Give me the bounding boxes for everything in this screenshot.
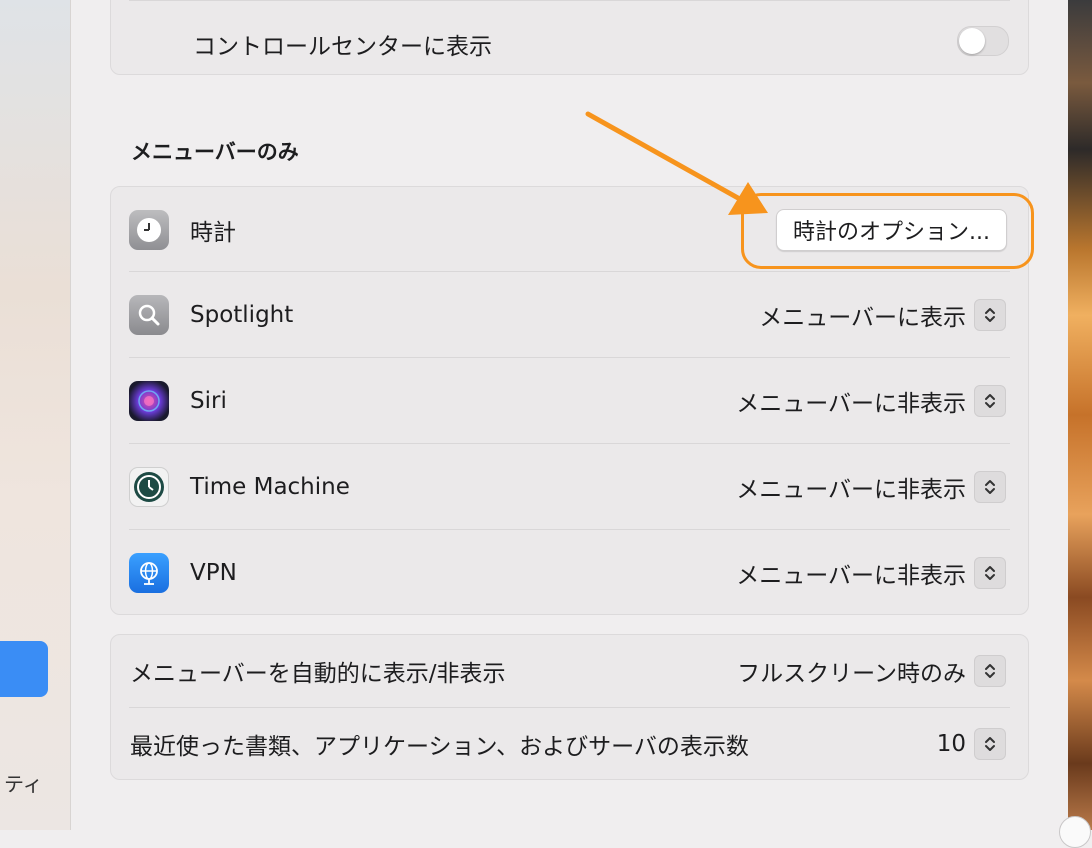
list-item-time-machine: Time Machine メニューバーに非表示: [111, 444, 1028, 530]
time-machine-popup-value: メニューバーに非表示: [736, 477, 966, 503]
control-center-row: コントロールセンターに表示: [111, 1, 1028, 81]
time-machine-popup[interactable]: メニューバーに非表示: [736, 470, 1006, 504]
sidebar-selected-item[interactable]: [0, 641, 48, 697]
list-item-siri: Siri メニューバーに非表示: [111, 358, 1028, 444]
vpn-label: VPN: [190, 560, 237, 586]
spotlight-popup-value: メニューバーに表示: [759, 305, 966, 331]
siri-icon: [129, 381, 169, 421]
siri-popup-value: メニューバーに非表示: [736, 391, 966, 417]
spotlight-popup[interactable]: メニューバーに表示: [759, 298, 1006, 332]
chevron-updown-icon[interactable]: [974, 655, 1006, 687]
help-button[interactable]: [1059, 816, 1091, 848]
clock-label: 時計: [190, 220, 236, 246]
chevron-updown-icon[interactable]: [974, 385, 1006, 417]
chevron-updown-icon[interactable]: [974, 557, 1006, 589]
autohide-label: メニューバーを自動的に表示/非表示: [130, 661, 506, 687]
vpn-popup[interactable]: メニューバーに非表示: [736, 556, 1006, 590]
settings-pane: コントロールセンターに表示 メニューバーのみ 時計 時計のオプション... Sp…: [71, 0, 1091, 848]
sidebar: ティ: [0, 0, 71, 830]
chevron-updown-icon[interactable]: [974, 299, 1006, 331]
spotlight-label: Spotlight: [190, 302, 294, 328]
siri-label: Siri: [190, 388, 227, 414]
toggle-knob: [959, 28, 985, 54]
siri-popup[interactable]: メニューバーに非表示: [736, 384, 1006, 418]
clock-icon: [129, 210, 169, 250]
chevron-updown-icon[interactable]: [974, 728, 1006, 760]
list-item-spotlight: Spotlight メニューバーに表示: [111, 272, 1028, 358]
spotlight-icon: [129, 295, 169, 335]
sidebar-item-label[interactable]: ティ: [4, 768, 43, 797]
time-machine-icon: [129, 467, 169, 507]
autohide-popup[interactable]: フルスクリーン時のみ: [737, 654, 1006, 688]
control-center-label: コントロールセンターに表示: [193, 34, 492, 60]
vpn-popup-value: メニューバーに非表示: [736, 563, 966, 589]
list-item-vpn: VPN メニューバーに非表示: [111, 530, 1028, 616]
autohide-row: メニューバーを自動的に表示/非表示 フルスクリーン時のみ: [111, 635, 1028, 707]
recent-items-label: 最近使った書類、アプリケーション、およびサーバの表示数: [130, 734, 749, 760]
recent-items-popup-value: 10: [936, 731, 966, 757]
autohide-popup-value: フルスクリーン時のみ: [737, 661, 966, 687]
desktop-wallpaper: [1068, 0, 1092, 830]
recent-items-popup[interactable]: 10: [937, 728, 1006, 760]
menu-bar-behavior-card: メニューバーを自動的に表示/非表示 フルスクリーン時のみ 最近使った書類、アプリ…: [110, 634, 1029, 780]
time-machine-label: Time Machine: [190, 474, 350, 500]
control-center-card: コントロールセンターに表示: [110, 0, 1029, 75]
section-title-menu-bar-only: メニューバーのみ: [131, 140, 299, 164]
chevron-updown-icon[interactable]: [974, 471, 1006, 503]
annotation-highlight-ring: [741, 193, 1034, 269]
recent-items-row: 最近使った書類、アプリケーション、およびサーバの表示数 10: [111, 708, 1028, 780]
control-center-toggle[interactable]: [957, 26, 1009, 56]
vpn-icon: [129, 553, 169, 593]
